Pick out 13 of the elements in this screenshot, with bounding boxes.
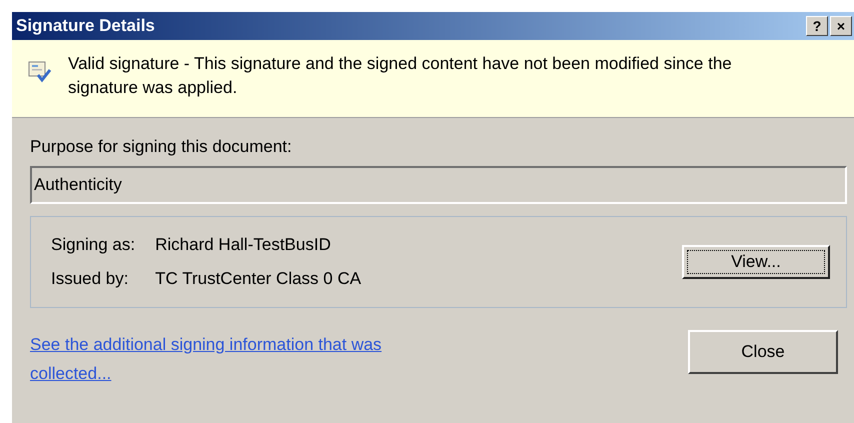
detail-value: TC TrustCenter Class 0 CA [155,268,362,290]
purpose-label: Purpose for signing this document: [30,136,293,158]
close-button[interactable]: Close [688,330,838,374]
validity-message: Valid signature - This signature and the signed content have not been modified since the signature was applied. [68,53,733,99]
detail-label: Signing as: [51,234,136,256]
view-button[interactable]: View... [682,244,830,278]
close-window-button[interactable]: × [830,16,852,36]
detail-value: Richard Hall-TestBusID [155,234,332,256]
purpose-field[interactable]: Authenticity [30,166,847,204]
additional-info-link[interactable]: See the additional signing information that was collected... [30,330,410,388]
window-title: Signature Details [16,15,155,38]
detail-label: Issued by: [51,268,130,290]
help-button[interactable]: ? [806,16,828,36]
